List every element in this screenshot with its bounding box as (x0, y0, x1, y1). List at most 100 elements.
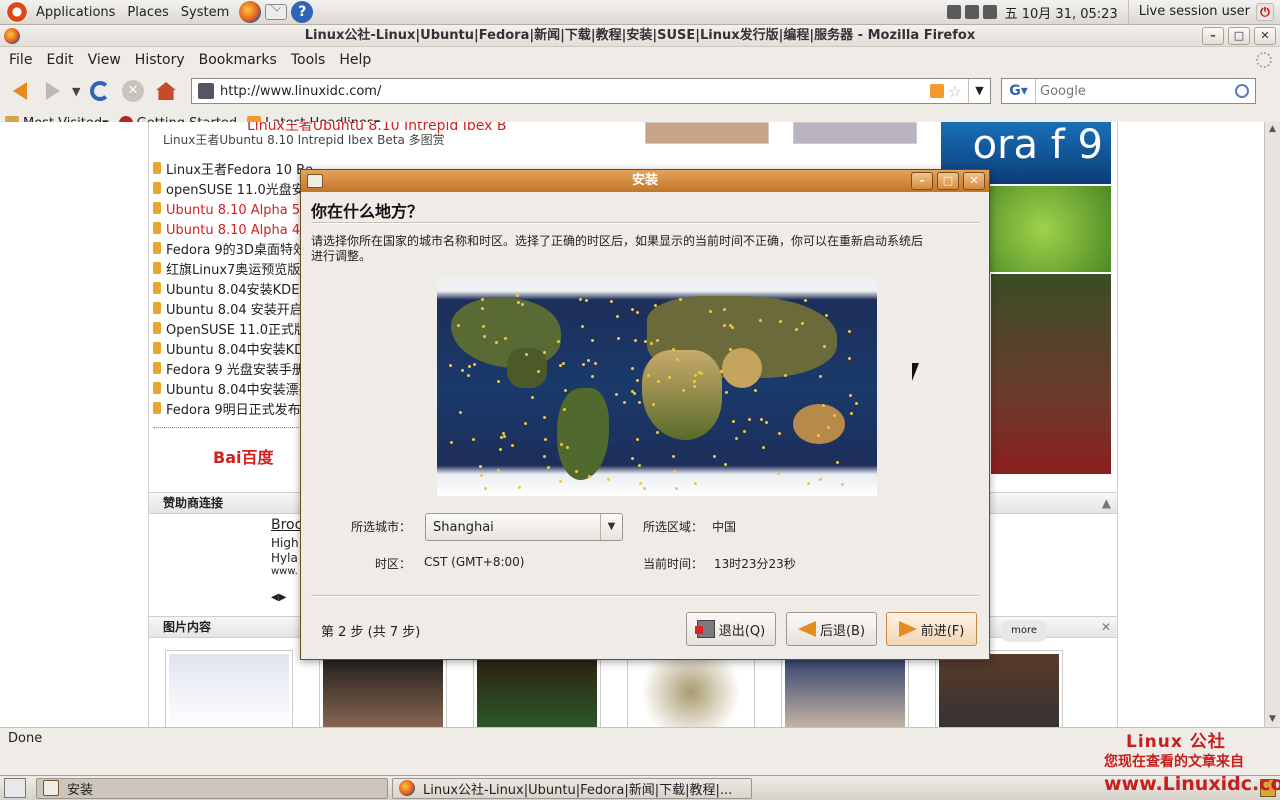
city-marker[interactable] (499, 448, 502, 451)
city-marker[interactable] (638, 401, 641, 404)
city-marker[interactable] (652, 403, 655, 406)
city-marker[interactable] (650, 342, 653, 345)
city-marker[interactable] (481, 307, 484, 310)
city-marker[interactable] (668, 376, 671, 379)
city-marker[interactable] (723, 308, 726, 311)
city-marker[interactable] (823, 345, 826, 348)
power-icon[interactable]: ⏻ (1256, 3, 1274, 21)
city-marker[interactable] (729, 348, 732, 351)
city-marker[interactable] (483, 335, 486, 338)
menu-edit[interactable]: Edit (39, 52, 80, 68)
ad-url[interactable]: www. (271, 566, 298, 577)
city-marker[interactable] (819, 375, 822, 378)
city-marker[interactable] (543, 455, 546, 458)
city-marker[interactable] (778, 432, 781, 435)
city-marker[interactable] (497, 380, 500, 383)
city-marker[interactable] (804, 299, 807, 302)
city-marker[interactable] (694, 374, 697, 377)
city-marker[interactable] (643, 487, 646, 490)
city-marker[interactable] (575, 470, 578, 473)
search-icon[interactable] (1235, 84, 1249, 98)
city-marker[interactable] (723, 324, 726, 327)
city-marker[interactable] (588, 475, 591, 478)
menu-tools[interactable]: Tools (284, 52, 333, 68)
menu-help[interactable]: Help (332, 52, 378, 68)
city-marker[interactable] (631, 390, 634, 393)
home-button[interactable] (152, 77, 180, 105)
news-item[interactable]: Ubuntu 8.04中安装KDE (153, 338, 313, 358)
city-marker[interactable] (544, 438, 547, 441)
city-marker[interactable] (495, 341, 498, 344)
city-marker[interactable] (848, 357, 851, 360)
picture-thumb[interactable] (473, 650, 601, 727)
minimize-button[interactable]: – (1202, 27, 1224, 45)
city-marker[interactable] (543, 416, 546, 419)
city-marker[interactable] (631, 457, 634, 460)
menu-file[interactable]: File (2, 52, 39, 68)
city-marker[interactable] (672, 348, 675, 351)
city-marker[interactable] (779, 320, 782, 323)
picture-thumb[interactable] (165, 650, 293, 727)
city-marker[interactable] (579, 298, 582, 301)
city-marker[interactable] (631, 308, 634, 311)
city-marker[interactable] (777, 472, 780, 475)
ad-pager[interactable]: ◀▶ (271, 592, 286, 603)
city-marker[interactable] (503, 435, 506, 438)
task-firefox[interactable]: Linux公社-Linux|Ubuntu|Fedora|新闻|下载|教程|... (392, 777, 752, 799)
menu-bookmarks[interactable]: Bookmarks (192, 52, 284, 68)
city-marker[interactable] (656, 339, 659, 342)
city-marker[interactable] (531, 396, 534, 399)
city-marker[interactable] (450, 441, 453, 444)
city-marker[interactable] (682, 389, 685, 392)
network-icon[interactable] (946, 5, 961, 19)
city-marker[interactable] (709, 310, 712, 313)
picture-thumb[interactable] (781, 650, 909, 727)
applications-menu[interactable]: Applications (32, 5, 123, 20)
ad-link[interactable]: Broc (271, 517, 302, 533)
firefox-launcher-icon[interactable] (239, 1, 262, 23)
back-button-dialog[interactable]: 后退(B) (786, 612, 877, 646)
city-marker[interactable] (765, 421, 768, 424)
bookmark-star-icon[interactable]: ☆ (948, 82, 962, 101)
clock[interactable]: 五 10月 31, 05:23 (999, 3, 1128, 22)
news-item[interactable]: Ubuntu 8.04安装KDE 4 (153, 278, 313, 298)
session-user[interactable]: Live session user (1127, 0, 1256, 25)
system-menu[interactable]: System (177, 5, 237, 20)
city-marker[interactable] (516, 294, 519, 297)
city-marker[interactable] (517, 301, 520, 304)
subheadline[interactable]: Linux王者Ubuntu 8.10 Intrepid Ibex Beta 多图… (163, 131, 445, 148)
city-marker[interactable] (848, 330, 851, 333)
scroll-down-icon[interactable]: ▼ (1265, 712, 1280, 727)
city-marker[interactable] (617, 337, 620, 340)
city-marker[interactable] (591, 375, 594, 378)
city-marker[interactable] (587, 359, 590, 362)
city-marker[interactable] (581, 325, 584, 328)
city-marker[interactable] (636, 379, 639, 382)
city-marker[interactable] (562, 362, 565, 365)
city-marker[interactable] (636, 311, 639, 314)
city-marker[interactable] (472, 438, 475, 441)
city-marker[interactable] (623, 401, 626, 404)
city-marker[interactable] (559, 480, 562, 483)
city-marker[interactable] (449, 364, 452, 367)
reload-button[interactable] (86, 77, 114, 105)
city-marker[interactable] (557, 340, 560, 343)
news-item[interactable]: Fedora 9的3D桌面特效 (153, 238, 313, 258)
city-marker[interactable] (564, 389, 567, 392)
city-marker[interactable] (479, 465, 482, 468)
news-item[interactable]: Linux王者Fedora 10 Be (153, 158, 313, 178)
city-marker[interactable] (720, 370, 723, 373)
forward-button-dialog[interactable]: 前进(F) (886, 612, 977, 646)
task-installer[interactable]: 安装 (36, 777, 388, 799)
city-marker[interactable] (636, 438, 639, 441)
news-item[interactable]: Ubuntu 8.10 Alpha 5而 (153, 198, 313, 218)
city-marker[interactable] (731, 326, 734, 329)
baidu-logo[interactable]: Bai百度 (213, 444, 273, 468)
maximize-button[interactable]: □ (1228, 27, 1250, 45)
news-item[interactable]: openSUSE 11.0光盘安 (153, 178, 313, 198)
city-marker[interactable] (639, 482, 642, 485)
help-launcher-icon[interactable]: ? (291, 1, 314, 23)
dialog-titlebar[interactable]: 安装 – □ ✕ (301, 170, 989, 192)
city-marker[interactable] (547, 466, 550, 469)
city-marker[interactable] (482, 325, 485, 328)
